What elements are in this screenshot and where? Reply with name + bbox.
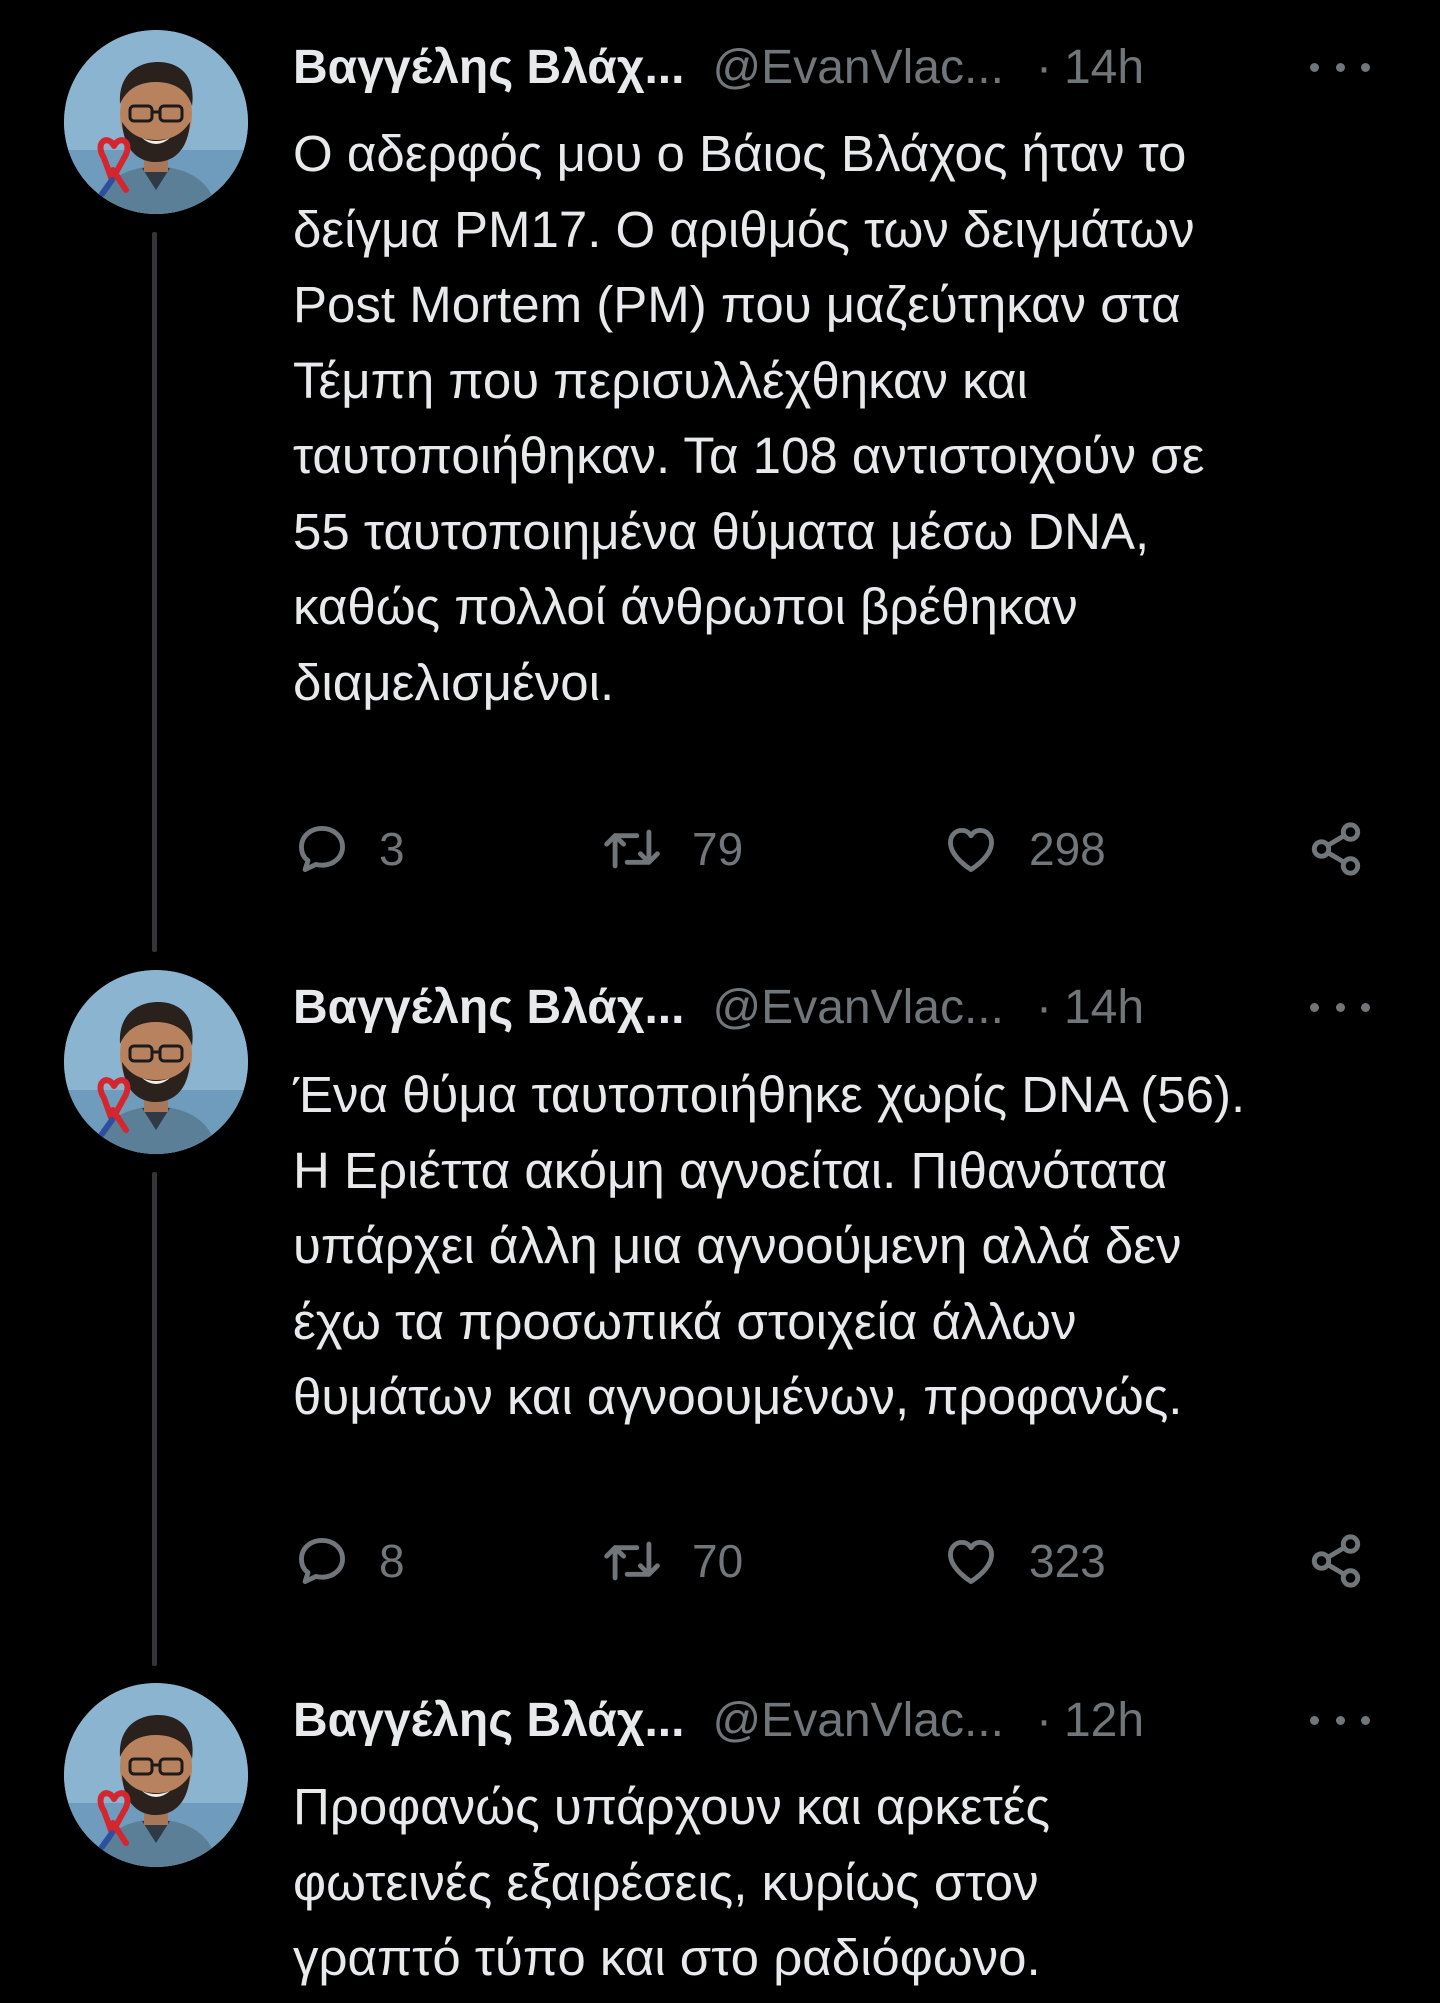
like-count: 298 — [1029, 823, 1106, 875]
share-button[interactable] — [1307, 817, 1365, 881]
reply-icon — [299, 1538, 345, 1584]
heart-icon — [948, 1539, 994, 1584]
separator: · — [1035, 1693, 1052, 1747]
user-handle[interactable]: @EvanVlac... — [712, 980, 1004, 1035]
display-name[interactable]: Βαγγέλης Βλάχ... — [293, 1693, 684, 1748]
share-button[interactable] — [1307, 1529, 1365, 1593]
avatar[interactable] — [64, 970, 248, 1154]
share-icon — [1311, 822, 1361, 876]
separator: · — [1035, 980, 1052, 1034]
like-count: 323 — [1029, 1535, 1106, 1587]
retweet-button[interactable]: 79 — [600, 817, 743, 881]
user-handle[interactable]: @EvanVlac... — [712, 40, 1004, 95]
avatar[interactable] — [64, 1683, 248, 1867]
retweet-count: 79 — [692, 823, 744, 875]
timestamp[interactable]: 14h — [1064, 40, 1144, 95]
share-icon — [1311, 1534, 1361, 1588]
timestamp[interactable]: 12h — [1064, 1693, 1144, 1748]
tweet-text: Ένα θύμα ταυτοποιήθηκε χωρίς DNA (56). Η… — [293, 1066, 1246, 1425]
tweet-text: Ο αδερφός μου ο Βάιος Βλάχος ήταν το δεί… — [293, 125, 1205, 711]
reply-icon — [299, 826, 345, 872]
reply-button[interactable]: 3 — [293, 817, 405, 881]
user-handle[interactable]: @EvanVlac... — [712, 1693, 1004, 1748]
reply-button[interactable]: 8 — [293, 1529, 405, 1593]
display-name[interactable]: Βαγγέλης Βλάχ... — [293, 980, 684, 1035]
retweet-icon — [604, 829, 660, 869]
action-bar: 3 79 298 — [293, 817, 1373, 881]
display-name[interactable]: Βαγγέλης Βλάχ... — [293, 40, 684, 95]
tweet-header: Βαγγέλης Βλάχ... @EvanVlac... · 14h — [293, 972, 1144, 1042]
more-options-icon[interactable] — [1310, 995, 1370, 1019]
reply-count: 8 — [379, 1535, 405, 1587]
separator: · — [1035, 40, 1052, 94]
retweet-button[interactable]: 70 — [600, 1529, 743, 1593]
like-button[interactable]: 323 — [941, 1529, 1106, 1593]
tweet-text: Προφανώς υπάρχουν και αρκετές φωτεινές ε… — [293, 1778, 1051, 1986]
heart-icon — [948, 827, 994, 872]
tweet-header: Βαγγέλης Βλάχ... @EvanVlac... · 14h — [293, 32, 1144, 102]
retweet-count: 70 — [692, 1535, 744, 1587]
like-button[interactable]: 298 — [941, 817, 1106, 881]
tweet-header: Βαγγέλης Βλάχ... @EvanVlac... · 12h — [293, 1685, 1144, 1755]
thread-line — [152, 1172, 157, 1666]
thread-line — [152, 232, 157, 952]
reply-count: 3 — [379, 823, 405, 875]
action-bar: 8 70 323 — [293, 1529, 1373, 1593]
more-options-icon[interactable] — [1310, 1708, 1370, 1732]
tweet-thread: Βαγγέλης Βλάχ... @EvanVlac... · 14h Ο αδ… — [0, 0, 1440, 2003]
retweet-icon — [604, 1541, 660, 1581]
avatar[interactable] — [64, 30, 248, 214]
more-options-icon[interactable] — [1310, 55, 1370, 79]
timestamp[interactable]: 14h — [1064, 980, 1144, 1035]
